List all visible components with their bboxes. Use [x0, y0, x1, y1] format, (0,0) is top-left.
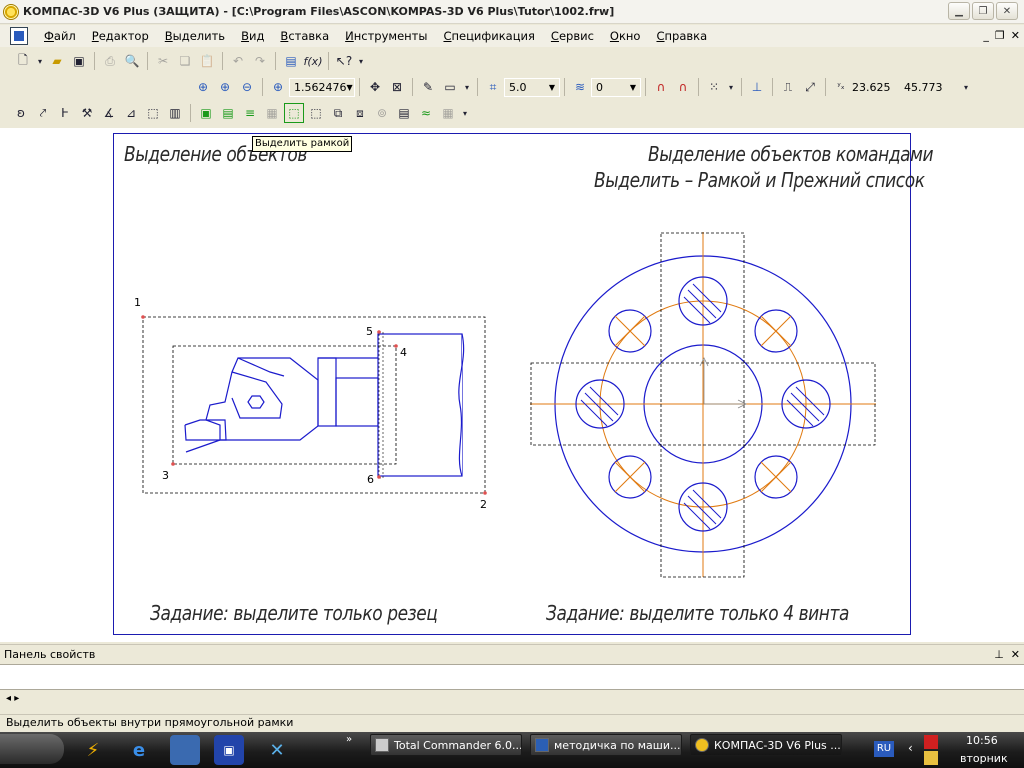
- quicklaunch-total-icon[interactable]: ⚡: [78, 735, 108, 765]
- flange-drawing[interactable]: [530, 232, 876, 578]
- tray-expand-icon[interactable]: ‹: [908, 741, 913, 755]
- left-task-text: Задание: выделите только резец: [150, 601, 438, 625]
- task-word-doc[interactable]: методичка по маши...: [530, 734, 682, 756]
- task-kompas[interactable]: КОМПАС-3D V6 Plus ...: [690, 734, 842, 756]
- frame-3-4: [172, 345, 397, 465]
- right-heading-line1: Выделение объектов командами: [648, 142, 934, 166]
- start-button[interactable]: [0, 734, 64, 764]
- panel-close-icon[interactable]: ✕: [1011, 648, 1020, 661]
- cutter-tool[interactable]: [184, 357, 379, 453]
- point-label-1: 1: [134, 296, 141, 309]
- frame-5-6: [378, 331, 384, 479]
- properties-panel-title: Панель свойств: [4, 648, 96, 661]
- point-label-6: 6: [367, 473, 374, 486]
- antivirus-tray-icon[interactable]: [924, 735, 938, 749]
- clock-day: вторник: [960, 752, 1008, 765]
- quicklaunch-ie-icon[interactable]: e: [124, 735, 154, 765]
- properties-panel-scroller: ◂ ▸: [0, 690, 1024, 714]
- frame-corner-markers: [141, 315, 487, 495]
- point-label-3: 3: [162, 469, 169, 482]
- quicklaunch-floppy-icon[interactable]: ▣: [214, 735, 244, 765]
- status-text: Выделить объекты внутри прямоугольной ра…: [6, 716, 294, 729]
- right-heading-line2: Выделить – Рамкой и Прежний список: [594, 168, 925, 192]
- taskbar-overflow-icon[interactable]: »: [346, 734, 352, 745]
- tooltip-select-frame: Выделить рамкой: [252, 136, 353, 152]
- holder-body[interactable]: [377, 333, 465, 477]
- right-task-text: Задание: выделите только 4 винта: [546, 601, 849, 625]
- panel-scroll-arrows[interactable]: ◂ ▸: [6, 693, 19, 704]
- language-indicator[interactable]: RU: [874, 741, 894, 757]
- properties-panel-body: [0, 664, 1024, 690]
- frame-1-2: [142, 316, 486, 494]
- quicklaunch-desktop-icon[interactable]: [170, 735, 200, 765]
- taskbar: ⚡ e ▣ ✕ » Total Commander 6.0... методич…: [0, 732, 1024, 768]
- point-label-5: 5: [366, 325, 373, 338]
- status-bar: Выделить объекты внутри прямоугольной ра…: [0, 714, 1024, 732]
- tray-app-icon[interactable]: [924, 751, 938, 765]
- task-total-commander[interactable]: Total Commander 6.0...: [370, 734, 522, 756]
- properties-panel-header: Панель свойств ⊥ ✕: [0, 644, 1024, 664]
- point-label-4: 4: [400, 346, 407, 359]
- origin-axes-icon: [699, 357, 747, 409]
- clock-time: 10:56: [966, 734, 998, 747]
- system-tray: RU ‹ 10:56 вторник: [864, 732, 1024, 768]
- pin-icon[interactable]: ⊥: [994, 648, 1004, 661]
- quicklaunch-network-icon[interactable]: ✕: [262, 735, 292, 765]
- point-label-2: 2: [480, 498, 487, 511]
